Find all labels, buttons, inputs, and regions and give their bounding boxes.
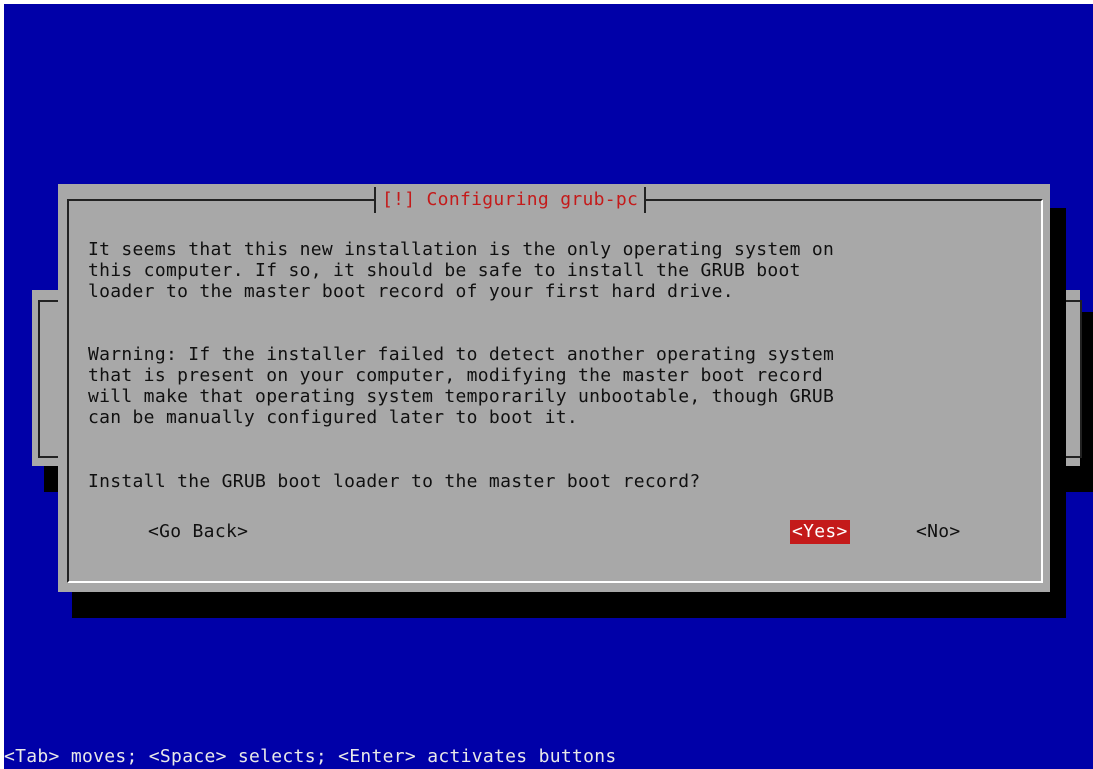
yes-button[interactable]: <Yes> [790, 520, 850, 544]
installer-screen: [!] Configuring grub-pc It seems that th… [4, 4, 1093, 769]
keyboard-help-status-bar: <Tab> moves; <Space> selects; <Enter> ac… [4, 746, 617, 767]
dialog-question: Install the GRUB boot loader to the mast… [88, 471, 701, 492]
dialog-message-warning: Warning: If the installer failed to dete… [88, 344, 835, 428]
grub-config-dialog: [!] Configuring grub-pc It seems that th… [58, 184, 1050, 592]
dialog-title: [!] Configuring grub-pc [374, 187, 647, 213]
no-button[interactable]: <No> [914, 520, 963, 544]
dialog-message-intro: It seems that this new installation is t… [88, 239, 835, 302]
go-back-button[interactable]: <Go Back> [146, 520, 250, 544]
